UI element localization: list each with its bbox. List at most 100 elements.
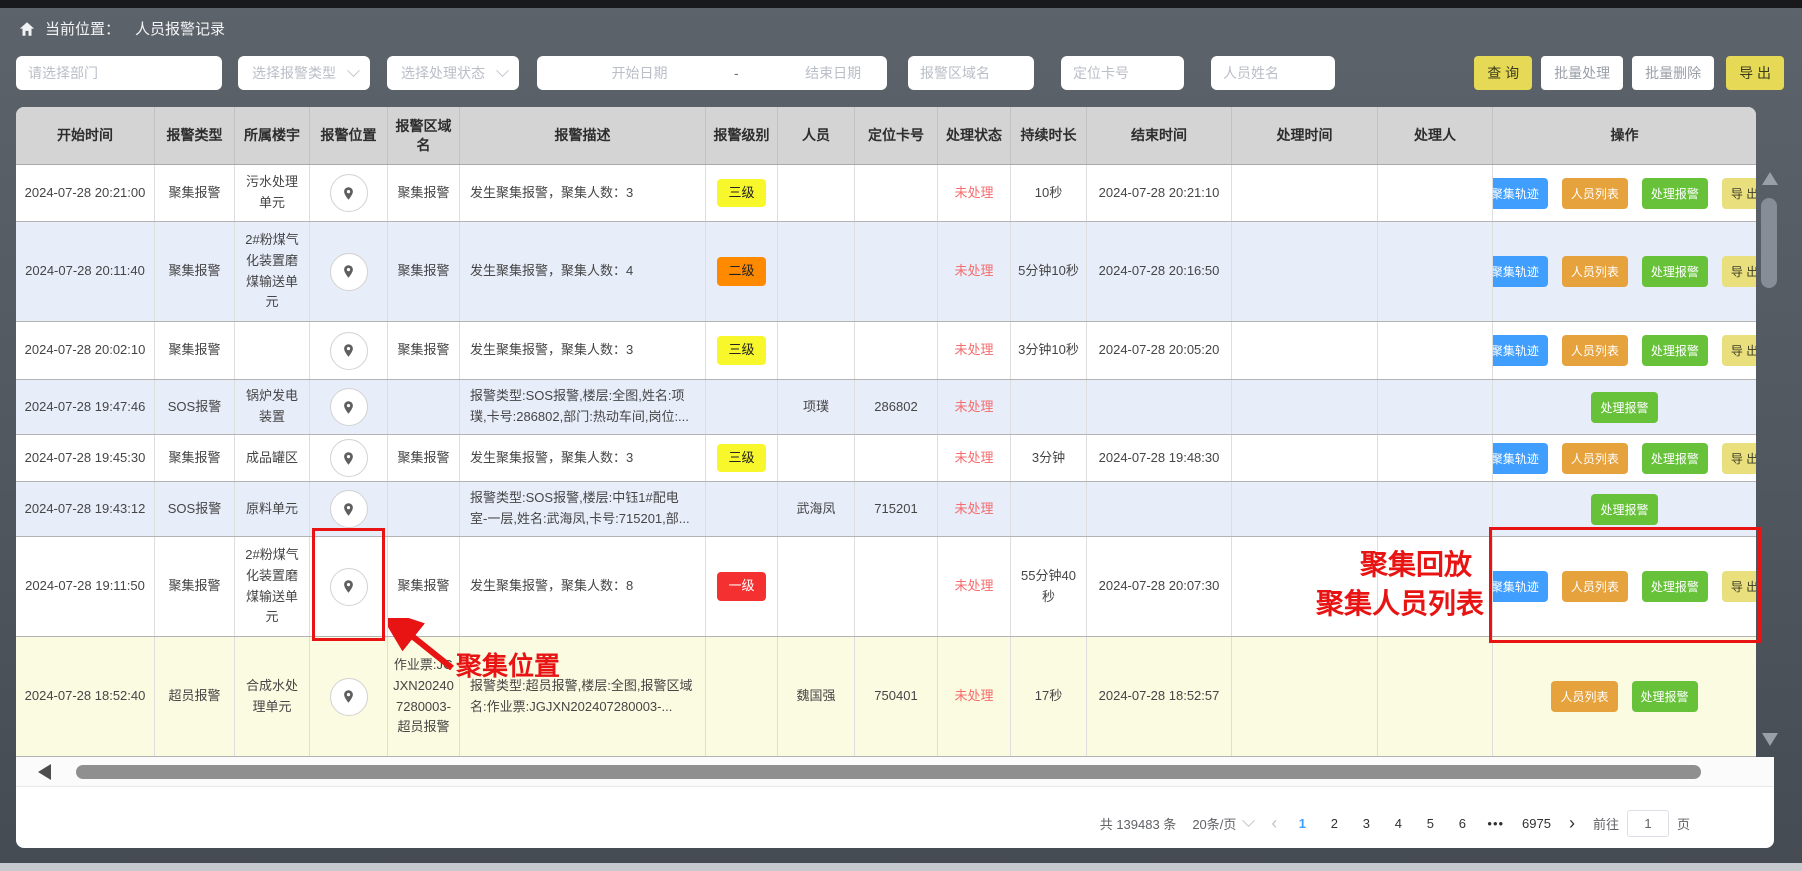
- action-list-button[interactable]: 人员列表: [1562, 178, 1628, 209]
- page-number-5[interactable]: 5: [1423, 816, 1437, 831]
- home-icon: [18, 20, 36, 38]
- cell-duration: 3分钟10秒: [1011, 322, 1087, 379]
- page-number-6975[interactable]: 6975: [1522, 816, 1551, 831]
- cell-start-time: 2024-07-28 19:11:50: [16, 537, 155, 636]
- cell-end-time: [1087, 482, 1232, 536]
- action-export-button[interactable]: 导 出: [1722, 335, 1756, 366]
- action-track-button[interactable]: 聚集轨迹: [1493, 443, 1548, 474]
- department-input[interactable]: [16, 56, 222, 90]
- cell-card-number: [855, 435, 938, 481]
- action-export-button[interactable]: 导 出: [1722, 571, 1756, 602]
- cell-alarm-area: [388, 482, 460, 536]
- vertical-scrollbar-thumb[interactable]: [1761, 198, 1777, 288]
- page-size-select[interactable]: 20条/页: [1192, 814, 1253, 833]
- cell-alarm-position: [310, 637, 388, 756]
- action-export-button[interactable]: 导 出: [1722, 256, 1756, 287]
- cell-start-time: 2024-07-28 19:45:30: [16, 435, 155, 481]
- action-list-button[interactable]: 人员列表: [1562, 443, 1628, 474]
- action-export-button[interactable]: 导 出: [1722, 178, 1756, 209]
- cell-card-number: 715201: [855, 482, 938, 536]
- cell-handle-status: 未处理: [938, 537, 1011, 636]
- action-handle-button[interactable]: 处理报警: [1642, 256, 1708, 287]
- location-pin-icon[interactable]: [330, 439, 368, 477]
- action-track-button[interactable]: 聚集轨迹: [1493, 335, 1548, 366]
- cell-start-time: 2024-07-28 18:52:40: [16, 637, 155, 756]
- start-date-input[interactable]: [549, 65, 730, 81]
- table-row: 2024-07-28 19:47:46SOS报警锅炉发电装置报警类型:SOS报警…: [16, 380, 1756, 435]
- table-header: 开始时间报警类型所属楼宇报警位置报警区域名报警描述报警级别人员定位卡号处理状态持…: [16, 107, 1756, 165]
- action-list-button[interactable]: 人员列表: [1562, 335, 1628, 366]
- cell-alarm-area: 聚集报警: [388, 222, 460, 321]
- column-header: 人员: [778, 107, 855, 164]
- page-number-1[interactable]: 1: [1295, 816, 1309, 831]
- goto-page-input[interactable]: [1627, 810, 1669, 837]
- cell-alarm-area: 聚集报警: [388, 537, 460, 636]
- cell-handler: [1378, 435, 1493, 481]
- action-handle-button[interactable]: 处理报警: [1642, 178, 1708, 209]
- location-pin-icon[interactable]: [330, 388, 368, 426]
- query-button[interactable]: 查 询: [1474, 56, 1532, 90]
- date-range-picker[interactable]: -: [537, 56, 887, 90]
- cell-duration: 3分钟: [1011, 435, 1087, 481]
- location-pin-icon[interactable]: [330, 332, 368, 370]
- page-number-3[interactable]: 3: [1359, 816, 1373, 831]
- action-list-button[interactable]: 人员列表: [1551, 681, 1617, 712]
- location-pin-icon[interactable]: [330, 568, 368, 606]
- batch-process-button[interactable]: 批量处理: [1541, 56, 1623, 90]
- cell-alarm-description: 发生聚集报警，聚集人数：3: [460, 322, 706, 379]
- action-export-button[interactable]: 导 出: [1722, 443, 1756, 474]
- action-handle-button[interactable]: 处理报警: [1642, 571, 1708, 602]
- location-pin-icon[interactable]: [330, 678, 368, 716]
- cell-handle-time: [1232, 537, 1378, 636]
- action-track-button[interactable]: 聚集轨迹: [1493, 256, 1548, 287]
- cell-start-time: 2024-07-28 20:21:00: [16, 165, 155, 221]
- cell-alarm-position: [310, 537, 388, 636]
- action-handle-button[interactable]: 处理报警: [1591, 392, 1657, 423]
- action-handle-button[interactable]: 处理报警: [1591, 494, 1657, 525]
- end-date-input[interactable]: [743, 65, 924, 81]
- cell-handler: [1378, 537, 1493, 636]
- action-track-button[interactable]: 聚集轨迹: [1493, 571, 1548, 602]
- page-number-4[interactable]: 4: [1391, 816, 1405, 831]
- window-bottom-edge: [0, 863, 1802, 871]
- page-number-6[interactable]: 6: [1455, 816, 1469, 831]
- scroll-left-arrow[interactable]: [38, 764, 51, 780]
- page-size-value: 20条/页: [1192, 814, 1236, 833]
- page-ellipsis[interactable]: •••: [1487, 816, 1504, 831]
- card-number-input[interactable]: [1061, 56, 1184, 90]
- cell-handle-time: [1232, 380, 1378, 434]
- cell-alarm-area: 聚集报警: [388, 165, 460, 221]
- scroll-down-arrow[interactable]: [1762, 733, 1778, 746]
- export-button[interactable]: 导 出: [1726, 56, 1784, 90]
- cell-person: [778, 537, 855, 636]
- cell-actions: 聚集轨迹人员列表处理报警导 出: [1493, 165, 1756, 221]
- person-name-input[interactable]: [1211, 56, 1335, 90]
- column-header: 开始时间: [16, 107, 155, 164]
- action-handle-button[interactable]: 处理报警: [1632, 681, 1698, 712]
- action-track-button[interactable]: 聚集轨迹: [1493, 178, 1548, 209]
- location-pin-icon[interactable]: [330, 174, 368, 212]
- cell-actions: 聚集轨迹人员列表处理报警导 出: [1493, 537, 1756, 636]
- scroll-up-arrow[interactable]: [1762, 172, 1778, 185]
- prev-page-button[interactable]: ‹: [1269, 813, 1279, 834]
- page-number-2[interactable]: 2: [1327, 816, 1341, 831]
- column-header: 处理时间: [1232, 107, 1378, 164]
- action-handle-button[interactable]: 处理报警: [1642, 443, 1708, 474]
- next-page-button[interactable]: ›: [1567, 813, 1577, 834]
- cell-alarm-type: 聚集报警: [155, 537, 235, 636]
- cell-card-number: [855, 322, 938, 379]
- alarm-level-badge: 三级: [717, 444, 765, 473]
- location-pin-icon[interactable]: [330, 490, 368, 528]
- location-pin-icon[interactable]: [330, 253, 368, 291]
- cell-alarm-description: 发生聚集报警，聚集人数：4: [460, 222, 706, 321]
- batch-delete-button[interactable]: 批量删除: [1632, 56, 1714, 90]
- action-handle-button[interactable]: 处理报警: [1642, 335, 1708, 366]
- cell-end-time: 2024-07-28 20:16:50: [1087, 222, 1232, 321]
- action-list-button[interactable]: 人员列表: [1562, 256, 1628, 287]
- handle-status-select[interactable]: 选择处理状态: [387, 56, 519, 90]
- horizontal-scrollbar-thumb[interactable]: [76, 765, 1701, 779]
- alarm-type-select[interactable]: 选择报警类型: [238, 56, 370, 90]
- total-count: 共 139483 条: [1100, 814, 1177, 833]
- alarm-area-input[interactable]: [908, 56, 1034, 90]
- action-list-button[interactable]: 人员列表: [1562, 571, 1628, 602]
